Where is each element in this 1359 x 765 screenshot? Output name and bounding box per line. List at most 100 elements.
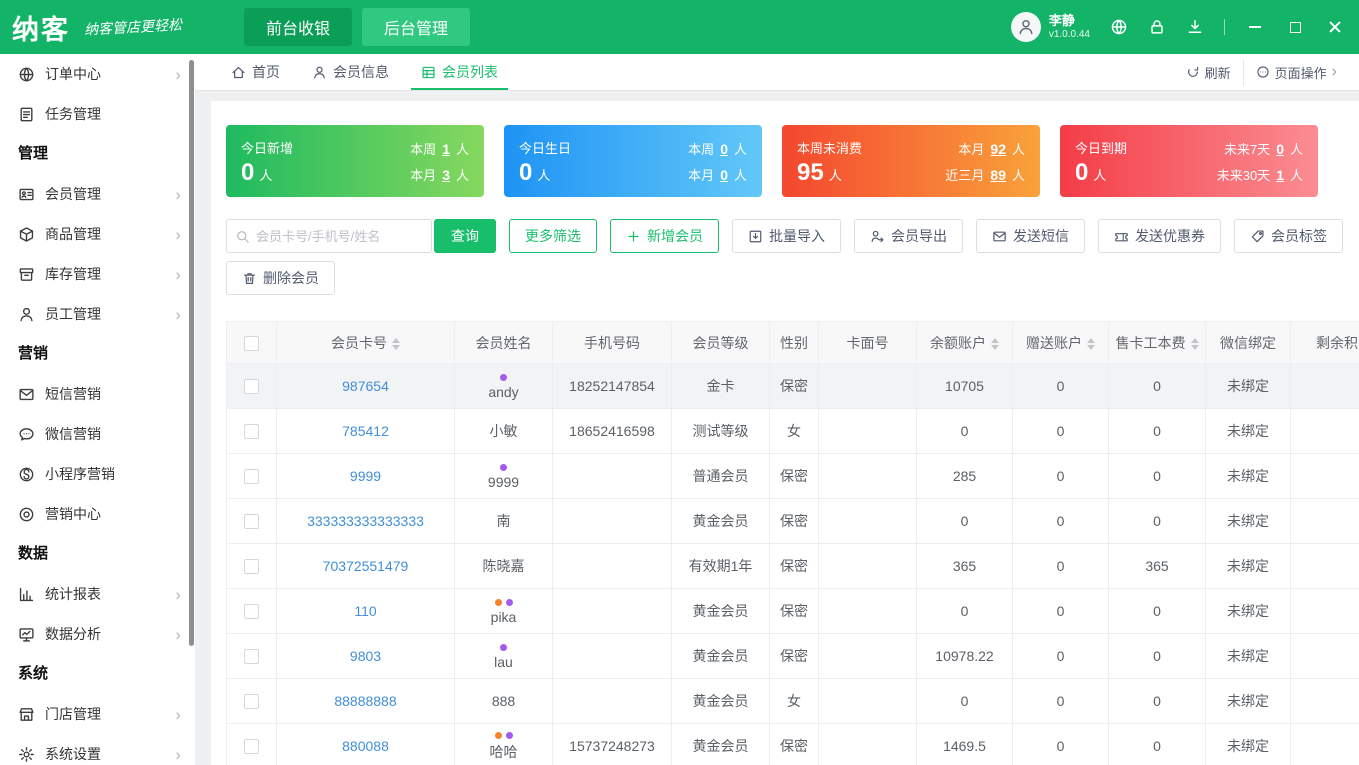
sidebar-item[interactable]: 订单中心 › bbox=[0, 54, 195, 94]
member-card-no-link[interactable]: 987654 bbox=[342, 378, 389, 394]
sort-icon[interactable] bbox=[1087, 337, 1095, 350]
column-header[interactable]: 会员姓名 bbox=[454, 321, 553, 364]
row-checkbox[interactable] bbox=[244, 649, 259, 665]
column-header[interactable]: 会员卡号 bbox=[276, 321, 455, 364]
column-header[interactable]: 手机号码 bbox=[552, 321, 672, 364]
page-ops-button[interactable]: 页面操作 › bbox=[1242, 58, 1349, 86]
column-header[interactable]: 微信绑定 bbox=[1205, 321, 1291, 364]
member-card-no-link[interactable]: 785412 bbox=[342, 423, 389, 439]
toolbar-button[interactable]: 发送优惠券 bbox=[1098, 219, 1221, 253]
sidebar-item[interactable]: 数据分析 › bbox=[0, 614, 195, 654]
close-button[interactable] bbox=[1325, 17, 1345, 37]
card-no-cell: 9803 bbox=[276, 633, 455, 679]
table-row[interactable]: 9999 9999 普通会员 保密 285 0 0 未绑定 bbox=[226, 453, 1359, 499]
table-row[interactable]: 880088 哈哈 15737248273 黄金会员 保密 1469.5 0 0 未绑定 bbox=[226, 723, 1359, 765]
cell-wechat: 未绑定 bbox=[1205, 453, 1291, 499]
select-all-checkbox[interactable] bbox=[244, 335, 259, 351]
toolbar-button[interactable]: 新增会员 bbox=[610, 219, 719, 253]
sidebar-item[interactable]: 门店管理 › bbox=[0, 694, 195, 734]
tab-label: 会员列表 bbox=[442, 64, 498, 80]
query-button[interactable]: 查询 bbox=[434, 219, 496, 253]
user-info[interactable]: 李静 v1.0.0.44 bbox=[1010, 12, 1090, 42]
refresh-button[interactable]: 刷新 bbox=[1174, 59, 1243, 86]
cell-card-fee: 0 bbox=[1108, 588, 1206, 634]
tab-item[interactable]: 会员列表 bbox=[405, 54, 514, 90]
delete-member-button[interactable]: 删除会员 bbox=[226, 261, 335, 295]
table-row[interactable]: 88888888 888 黄金会员女 0 0 0 未绑定 bbox=[226, 678, 1359, 724]
stat-sub-unit: 人 bbox=[455, 141, 469, 157]
minimize-button[interactable] bbox=[1245, 17, 1265, 37]
sidebar-item[interactable]: 员工管理 › bbox=[0, 294, 195, 334]
column-header[interactable]: 性别 bbox=[769, 321, 819, 364]
row-checkbox[interactable] bbox=[244, 424, 259, 440]
member-card-no-link[interactable]: 880088 bbox=[342, 738, 389, 754]
toolbar-button[interactable]: 批量导入 bbox=[732, 219, 841, 253]
sidebar-item-label: 库存管理 bbox=[45, 266, 101, 282]
row-checkbox[interactable] bbox=[244, 604, 259, 620]
member-name-cell: andy bbox=[454, 363, 553, 409]
sidebar-item[interactable]: 商品管理 › bbox=[0, 214, 195, 254]
column-header[interactable]: 赠送账户 bbox=[1012, 321, 1109, 364]
top-nav-item[interactable]: 后台管理 bbox=[362, 8, 471, 46]
plus-icon bbox=[626, 229, 641, 244]
table-row[interactable]: 70372551479 陈晓嘉 有效期1年 保密 365 0 365 未绑定 bbox=[226, 543, 1359, 589]
column-header[interactable]: 售卡工本费 bbox=[1108, 321, 1206, 364]
column-header[interactable]: 卡面号 bbox=[818, 321, 917, 364]
sidebar-item[interactable]: 统计报表 › bbox=[0, 574, 195, 614]
table-row[interactable]: 333333333333333 南黄金会员 保密 0 0 0 未绑定 bbox=[226, 498, 1359, 544]
table-row[interactable]: 785412 小敏 18652416598 测试等级女 0 0 0 未绑定 bbox=[226, 408, 1359, 454]
chevron-right-icon: › bbox=[1331, 63, 1337, 80]
sidebar-item[interactable]: 微信营销 bbox=[0, 414, 195, 454]
sort-icon[interactable] bbox=[1190, 337, 1199, 350]
checkbox-cell bbox=[226, 588, 277, 634]
top-nav-item[interactable]: 前台收银 bbox=[244, 8, 353, 46]
download-button[interactable] bbox=[1186, 18, 1204, 36]
member-card-no-link[interactable]: 9999 bbox=[350, 468, 381, 484]
table-row[interactable]: 987654 andy 18252147854 金卡 保密 10705 0 0 未绑定 bbox=[226, 363, 1359, 409]
cell-level: 黄金会员 bbox=[671, 588, 770, 634]
sidebar-item[interactable]: 营销中心 bbox=[0, 494, 195, 534]
sidebar-item[interactable]: 会员管理 › bbox=[0, 174, 195, 214]
table-row[interactable]: 110 pika 黄金会员 保密 0 0 0 未绑定 bbox=[226, 588, 1359, 634]
sidebar-item[interactable]: 系统设置 › bbox=[0, 734, 195, 765]
toolbar-button[interactable]: 发送短信 bbox=[976, 219, 1085, 253]
row-checkbox[interactable] bbox=[244, 559, 259, 575]
row-checkbox[interactable] bbox=[244, 469, 259, 485]
column-header[interactable]: 余额账户 bbox=[916, 321, 1013, 364]
sidebar-item[interactable]: 小程序营销 bbox=[0, 454, 195, 494]
network-button[interactable] bbox=[1110, 18, 1128, 36]
member-card-no-link[interactable]: 333333333333333 bbox=[307, 513, 424, 529]
export-icon bbox=[870, 229, 885, 244]
toolbar-button[interactable]: 会员标签 bbox=[1234, 219, 1343, 253]
row-checkbox[interactable] bbox=[244, 379, 259, 395]
member-card-no-link[interactable]: 110 bbox=[354, 603, 376, 619]
sidebar-scrollbar[interactable] bbox=[189, 60, 194, 646]
sidebar-item[interactable]: 任务管理 bbox=[0, 94, 195, 134]
maximize-button[interactable] bbox=[1285, 17, 1305, 37]
row-checkbox[interactable] bbox=[244, 514, 259, 530]
member-card-no-link[interactable]: 9803 bbox=[350, 648, 381, 664]
row-checkbox[interactable] bbox=[244, 739, 259, 755]
search-input[interactable] bbox=[256, 228, 423, 244]
stat-sub-value: 92 bbox=[990, 140, 1006, 157]
column-header[interactable]: 会员等级 bbox=[671, 321, 770, 364]
table-row[interactable]: 9803 lau 黄金会员 保密 10978.22 0 0 未绑定 bbox=[226, 633, 1359, 679]
cell-gift: 0 bbox=[1012, 588, 1109, 634]
toolbar-button[interactable]: 更多筛选 bbox=[509, 219, 597, 253]
member-card-no-link[interactable]: 70372551479 bbox=[323, 558, 409, 574]
cell-balance: 0 bbox=[916, 588, 1013, 634]
sort-icon[interactable] bbox=[991, 337, 999, 350]
member-card-no-link[interactable]: 88888888 bbox=[334, 693, 396, 709]
column-header[interactable]: 剩余积分 bbox=[1290, 321, 1359, 364]
toolbar-button[interactable]: 会员导出 bbox=[854, 219, 963, 253]
tab-item[interactable]: 首页 bbox=[215, 54, 296, 90]
search-icon bbox=[235, 229, 250, 244]
sort-icon[interactable] bbox=[392, 337, 400, 350]
sidebar-item[interactable]: 短信营销 bbox=[0, 374, 195, 414]
cell-gender: 保密 bbox=[769, 588, 819, 634]
row-checkbox[interactable] bbox=[244, 694, 259, 710]
cell-balance: 0 bbox=[916, 408, 1013, 454]
lock-button[interactable] bbox=[1148, 18, 1166, 36]
sidebar-item[interactable]: 库存管理 › bbox=[0, 254, 195, 294]
tab-item[interactable]: 会员信息 bbox=[296, 54, 405, 90]
